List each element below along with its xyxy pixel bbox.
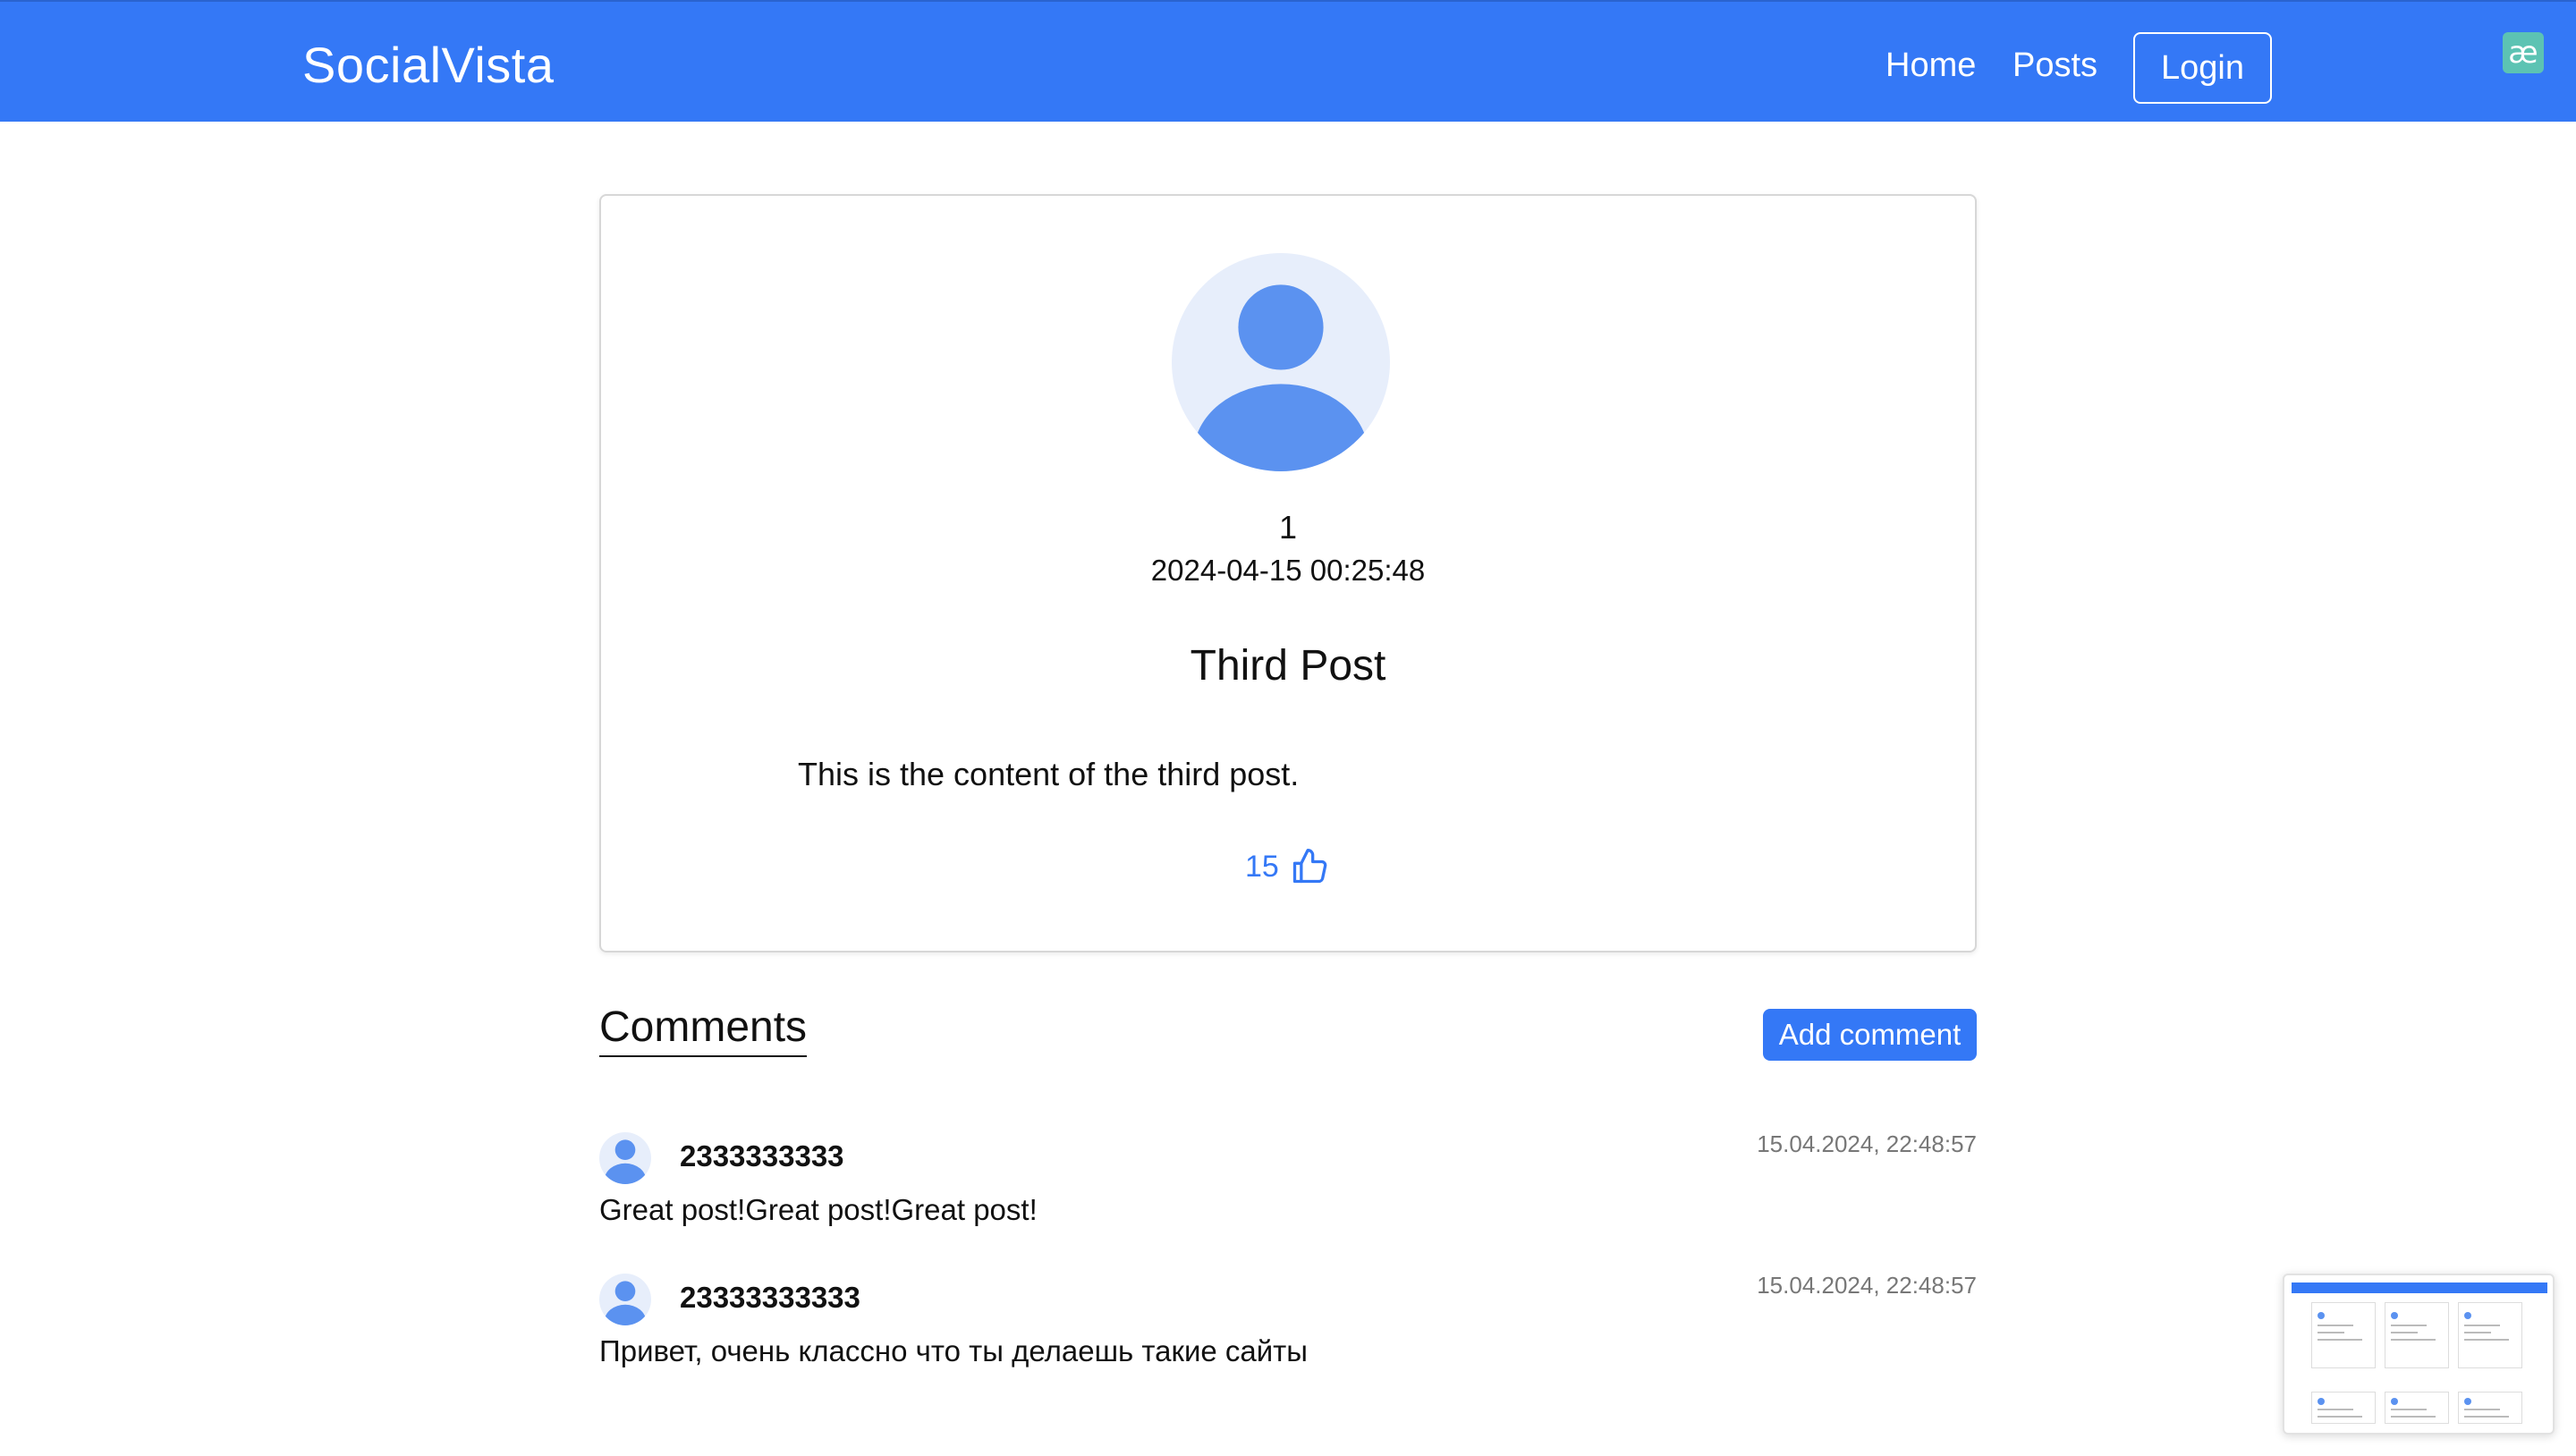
thumbnail-card [2385, 1392, 2449, 1424]
login-button[interactable]: Login [2133, 32, 2272, 104]
comment-item: 23333333333 15.04.2024, 22:48:57 Привет,… [599, 1270, 1977, 1395]
post-date: 2024-04-15 00:25:48 [1150, 554, 1426, 587]
like-button[interactable]: 15 [1245, 847, 1329, 886]
comment-date: 15.04.2024, 22:48:57 [1757, 1272, 1977, 1299]
thumbnail-card [2385, 1302, 2449, 1368]
post-content: This is the content of the third post. [798, 756, 1300, 792]
user-avatar-icon [599, 1274, 651, 1325]
like-count: 15 [1245, 849, 1279, 884]
user-avatar-icon [1172, 253, 1390, 471]
post-card: 1 2024-04-15 00:25:48 Third Post This is… [599, 194, 1977, 952]
thumbnail-navbar [2292, 1282, 2547, 1293]
add-comment-button[interactable]: Add comment [1763, 1009, 1977, 1061]
post-title: Third Post [1190, 642, 1386, 690]
comment-author: 2333333333 [680, 1139, 844, 1172]
thumbnail-card [2458, 1392, 2522, 1424]
thumbnail-card [2311, 1302, 2376, 1368]
top-navbar: SocialVista Home Posts Login æ [0, 0, 2576, 122]
thumbnail-card [2311, 1392, 2376, 1424]
ae-ligature-icon[interactable]: æ [2503, 32, 2544, 73]
thumbs-up-icon [1292, 849, 1327, 884]
post-author: 1 [1278, 509, 1298, 546]
nav-link-posts[interactable]: Posts [2012, 47, 2097, 85]
page-thumbnail-preview[interactable] [2283, 1274, 2555, 1435]
comment-author: 23333333333 [680, 1281, 860, 1314]
user-avatar-icon [599, 1132, 651, 1184]
thumbnail-card [2458, 1302, 2522, 1368]
comment-date: 15.04.2024, 22:48:57 [1757, 1130, 1977, 1157]
comment-text: Привет, очень классно что ты делаешь так… [599, 1334, 1309, 1367]
comments-heading: Comments [599, 1002, 808, 1057]
comment-item: 2333333333 15.04.2024, 22:48:57 Great po… [599, 1129, 1977, 1254]
comment-text: Great post!Great post!Great post! [599, 1193, 1038, 1226]
nav-link-home[interactable]: Home [1885, 47, 1976, 85]
brand-logo-text[interactable]: SocialVista [302, 36, 555, 94]
